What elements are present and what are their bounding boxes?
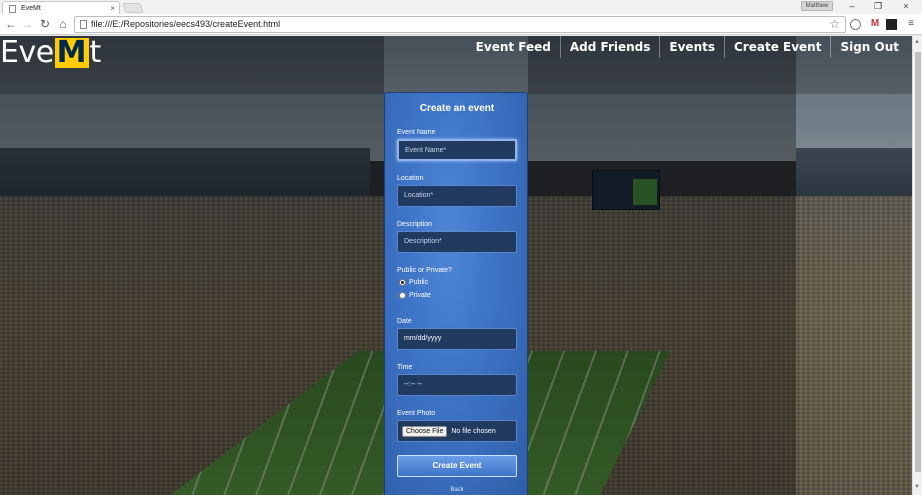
create-event-button[interactable]: Create Event [397, 455, 517, 477]
scroll-thumb[interactable] [915, 52, 921, 472]
block-m-logo: M [54, 36, 89, 70]
left-dim-overlay [0, 36, 384, 495]
scroll-down-icon[interactable]: ▼ [914, 484, 920, 490]
extension-square-icon[interactable] [886, 19, 897, 30]
nav-add-friends[interactable]: Add Friends [559, 36, 660, 58]
time-label: Time [397, 364, 413, 371]
back-arrow-icon[interactable]: ← [4, 17, 18, 31]
reload-icon[interactable]: ↻ [38, 17, 52, 31]
create-event-panel: Create an event Event Name Event Name* L… [384, 92, 528, 495]
window-close-icon[interactable]: × [896, 1, 916, 11]
scroll-up-icon[interactable]: ▲ [914, 39, 920, 45]
file-status-text: No file chosen [451, 427, 496, 435]
form-title: Create an event [419, 103, 495, 114]
private-radio-label: Private [409, 292, 431, 299]
public-radio-option[interactable]: Public [399, 279, 428, 286]
new-tab-button[interactable] [122, 3, 144, 13]
address-bar[interactable]: file:///E:/Repositories/eecs493/createEv… [74, 16, 846, 33]
site-nav: Event Feed Add Friends Events Create Eve… [467, 36, 908, 58]
public-radio-label: Public [409, 279, 429, 286]
browser-toolbar: ← → ↻ ⌂ file:///E:/Repositories/eecs493/… [0, 14, 922, 35]
private-radio-option[interactable]: Private [399, 292, 431, 299]
bookmark-star-icon[interactable]: ☆ [829, 17, 840, 31]
menu-icon[interactable]: ≡ [904, 17, 918, 31]
nav-event-feed[interactable]: Event Feed [467, 36, 560, 58]
restore-icon[interactable]: ❐ [868, 1, 888, 12]
close-tab-icon[interactable]: × [110, 4, 115, 13]
minimize-icon[interactable]: – [842, 1, 862, 11]
browser-titlebar: EveMt × Matthew – ❐ × [0, 0, 922, 15]
extension-circle-icon[interactable] [850, 19, 861, 30]
logo-suffix: t [89, 36, 102, 70]
tab-title: EveMt [21, 5, 41, 12]
logo-prefix: Eve [0, 36, 54, 70]
event-name-input[interactable]: Event Name* [397, 139, 517, 161]
back-link[interactable]: Back [385, 487, 529, 493]
url-text: file:///E:/Repositories/eecs493/createEv… [91, 19, 281, 29]
browser-tab[interactable]: EveMt × [2, 1, 120, 15]
time-input[interactable]: --:-- -- [397, 374, 517, 396]
site-logo[interactable]: Eve M t [0, 36, 101, 70]
page-icon [80, 20, 87, 29]
nav-create-event[interactable]: Create Event [724, 36, 830, 58]
description-input[interactable]: Description* [397, 231, 517, 253]
date-label: Date [397, 318, 412, 325]
right-dim-overlay [528, 36, 796, 495]
background-press-box-right [796, 148, 912, 198]
date-input[interactable]: mm/dd/yyyy [397, 328, 517, 350]
home-icon[interactable]: ⌂ [56, 17, 70, 31]
forward-arrow-icon[interactable]: → [20, 17, 34, 31]
description-label: Description [397, 221, 433, 228]
gmail-extension-icon[interactable]: M [868, 17, 882, 31]
page-viewport: Eve M t Event Feed Add Friends Events Cr… [0, 36, 912, 495]
photo-file-input: Choose File No file chosen [397, 420, 517, 442]
photo-label: Event Photo [397, 410, 436, 417]
location-input[interactable]: Location* [397, 185, 517, 207]
page-scrollbar[interactable]: ▲ ▼ [912, 36, 922, 495]
private-radio[interactable] [399, 292, 406, 299]
event-name-label: Event Name [397, 129, 436, 136]
profile-button[interactable]: Matthew [801, 1, 833, 11]
choose-file-button[interactable]: Choose File [402, 425, 448, 437]
visibility-label: Public or Private? [397, 267, 452, 274]
public-radio[interactable] [399, 279, 406, 286]
page-favicon-icon [9, 5, 16, 13]
nav-sign-out[interactable]: Sign Out [830, 36, 908, 58]
location-label: Location [397, 175, 424, 182]
nav-events[interactable]: Events [659, 36, 724, 58]
